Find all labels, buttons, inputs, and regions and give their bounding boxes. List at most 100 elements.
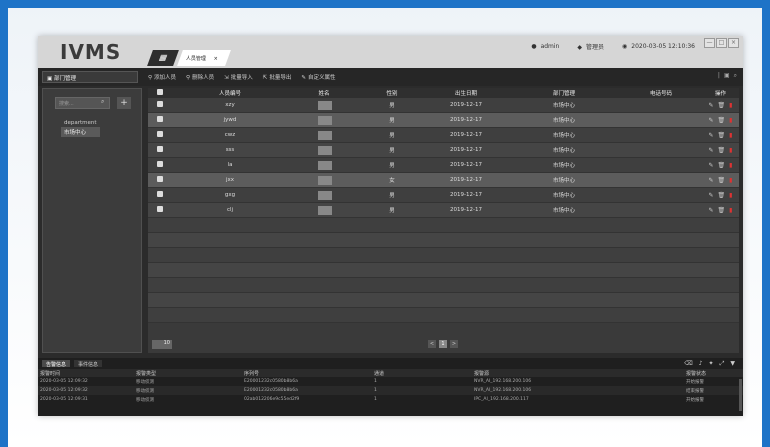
alarm-controls: ⌫ ♪ ✦ ⤢ ▼ xyxy=(684,360,735,368)
table-row[interactable]: jxx 女 2019-12-17 市场中心 ✎ 🗑 ▮ xyxy=(148,173,739,188)
export-icon: ⇱ xyxy=(262,75,268,81)
delete-mark-icon[interactable]: ▮ xyxy=(729,102,732,109)
row-checkbox[interactable] xyxy=(148,161,172,169)
row-checkbox[interactable] xyxy=(148,191,172,199)
delete-mark-icon[interactable]: ▮ xyxy=(729,132,732,139)
table-row[interactable]: la 男 2019-12-17 市场中心 ✎ 🗑 ▮ xyxy=(148,158,739,173)
edit-icon[interactable]: ✎ xyxy=(709,177,714,184)
col-header-dept[interactable]: 部门管理 xyxy=(508,89,620,97)
col-header-gender[interactable]: 性别 xyxy=(360,89,424,97)
empty-row xyxy=(148,248,739,263)
close-window-button[interactable]: × xyxy=(728,38,739,48)
user-info[interactable]: ● admin xyxy=(531,43,559,50)
trash-icon[interactable]: 🗑 xyxy=(718,117,726,124)
dept-tree: department 市场中心 xyxy=(61,119,100,137)
cell-birth: 2019-12-17 xyxy=(450,147,482,153)
empty-row xyxy=(148,293,739,308)
prev-page-button[interactable]: < xyxy=(428,340,436,348)
delete-mark-icon[interactable]: ▮ xyxy=(729,117,732,124)
batch-import-button[interactable]: ⇲ 批量导入 xyxy=(224,73,253,81)
grid-view-icon[interactable]: ▣ xyxy=(724,72,730,80)
tree-item-market[interactable]: 市场中心 xyxy=(61,127,100,137)
home-tab[interactable]: ▦ xyxy=(147,50,179,66)
volume-icon[interactable]: ♪ xyxy=(699,360,703,368)
edit-icon[interactable]: ✎ xyxy=(709,102,714,109)
edit-icon[interactable]: ✎ xyxy=(709,147,714,154)
delete-mark-icon[interactable]: ▮ xyxy=(729,207,732,214)
alarm-col-status: 报警状态 xyxy=(686,370,707,377)
tree-item-department[interactable]: department xyxy=(61,119,100,127)
add-person-button[interactable]: ⚲ 添加人员 xyxy=(148,73,176,81)
row-checkbox[interactable] xyxy=(148,206,172,214)
table-row[interactable]: jywd 男 2019-12-17 市场中心 ✎ 🗑 ▮ xyxy=(148,113,739,128)
custom-attr-button[interactable]: ✎ 自定义属性 xyxy=(301,73,335,81)
cell-birth: 2019-12-17 xyxy=(450,162,482,168)
trash-icon[interactable]: 🗑 xyxy=(718,132,726,139)
row-checkbox[interactable] xyxy=(148,101,172,109)
close-icon[interactable]: × xyxy=(213,56,217,62)
page-size-select[interactable]: 10 xyxy=(152,340,172,349)
redacted-name xyxy=(318,205,332,215)
edit-icon[interactable]: ✎ xyxy=(709,192,714,199)
cell-id: xzy xyxy=(225,102,235,108)
add-dept-button[interactable]: + xyxy=(117,97,131,109)
expand-icon[interactable]: ⤢ xyxy=(720,360,725,368)
select-all-checkbox[interactable] xyxy=(148,89,172,97)
person-remove-icon: ⚲ xyxy=(186,75,191,81)
trash-icon[interactable]: 🗑 xyxy=(718,147,726,154)
delete-mark-icon[interactable]: ▮ xyxy=(729,177,732,184)
col-header-phone[interactable]: 电话号码 xyxy=(620,89,702,97)
shield-icon: ◆ xyxy=(577,44,582,51)
alarm-scrollbar[interactable] xyxy=(739,379,742,411)
tab-personnel[interactable]: 人员管理 × xyxy=(177,50,231,66)
alarm-row[interactable]: 2020-03-05 12:09:31 移动侦测 02ab012206e9c55… xyxy=(38,395,743,404)
next-page-button[interactable]: > xyxy=(450,340,458,348)
minimize-button[interactable]: — xyxy=(704,38,715,48)
cell-gender: 女 xyxy=(389,178,395,184)
col-header-birth[interactable]: 出生日期 xyxy=(424,89,508,97)
alarm-time: 2020-03-05 12:09:32 xyxy=(40,388,88,393)
table-row[interactable]: sss 男 2019-12-17 市场中心 ✎ 🗑 ▮ xyxy=(148,143,739,158)
trash-icon[interactable]: 🗑 xyxy=(718,192,726,199)
delete-mark-icon[interactable]: ▮ xyxy=(729,147,732,154)
row-checkbox[interactable] xyxy=(148,146,172,154)
trash-icon[interactable]: 🗑 xyxy=(718,207,726,214)
delete-mark-icon[interactable]: ▮ xyxy=(729,192,732,199)
tab-alarm-info[interactable]: 告警信息 xyxy=(42,360,71,368)
broom-icon[interactable]: ⌫ xyxy=(684,360,692,368)
search-icon[interactable]: ⌕ xyxy=(734,72,737,80)
cell-actions: ✎ 🗑 ▮ xyxy=(702,192,739,199)
edit-icon[interactable]: ✎ xyxy=(709,162,714,169)
collapse-icon[interactable]: ▼ xyxy=(730,360,735,368)
row-checkbox[interactable] xyxy=(148,176,172,184)
row-checkbox[interactable] xyxy=(148,116,172,124)
row-checkbox[interactable] xyxy=(148,131,172,139)
cell-gender: 男 xyxy=(389,133,395,139)
col-header-name[interactable]: 姓名 xyxy=(288,89,360,97)
table-row[interactable]: clj 男 2019-12-17 市场中心 ✎ 🗑 ▮ xyxy=(148,203,739,218)
delete-mark-icon[interactable]: ▮ xyxy=(729,162,732,169)
edit-icon[interactable]: ✎ xyxy=(709,132,714,139)
trash-icon[interactable]: 🗑 xyxy=(718,162,726,169)
pin-icon[interactable]: ✦ xyxy=(709,360,714,368)
trash-icon[interactable]: 🗑 xyxy=(718,177,726,184)
alarm-row[interactable]: 2020-03-05 12:09:32 移动侦测 E20001232c0580b… xyxy=(38,386,743,395)
alarm-serial: 02ab012206e9c55ed2f9 xyxy=(244,397,300,402)
cell-dept: 市场中心 xyxy=(552,178,575,184)
batch-export-button[interactable]: ⇱ 批量导出 xyxy=(263,73,292,81)
tab-event-info[interactable]: 事件信息 xyxy=(74,360,103,368)
delete-person-button[interactable]: ⚲ 删除人员 xyxy=(186,73,214,81)
datetime: 2020-03-05 12:10:36 xyxy=(631,43,695,50)
search-icon[interactable]: ⌕ xyxy=(101,98,104,106)
maximize-button[interactable]: □ xyxy=(716,38,727,48)
table-row[interactable]: xzy 男 2019-12-17 市场中心 ✎ 🗑 ▮ xyxy=(148,98,739,113)
edit-icon[interactable]: ✎ xyxy=(709,117,714,124)
table-row[interactable]: cwz 男 2019-12-17 市场中心 ✎ 🗑 ▮ xyxy=(148,128,739,143)
table-row[interactable]: gxg 男 2019-12-17 市场中心 ✎ 🗑 ▮ xyxy=(148,188,739,203)
col-header-id[interactable]: 人员编号 xyxy=(172,89,288,97)
trash-icon[interactable]: 🗑 xyxy=(718,102,726,109)
alarm-source: IPC_AI_192.168.200.117 xyxy=(474,397,529,402)
alarm-row[interactable]: 2020-03-05 12:09:32 移动侦测 E20001232c0580b… xyxy=(38,377,743,386)
current-page[interactable]: 1 xyxy=(439,340,447,348)
edit-icon[interactable]: ✎ xyxy=(709,207,714,214)
